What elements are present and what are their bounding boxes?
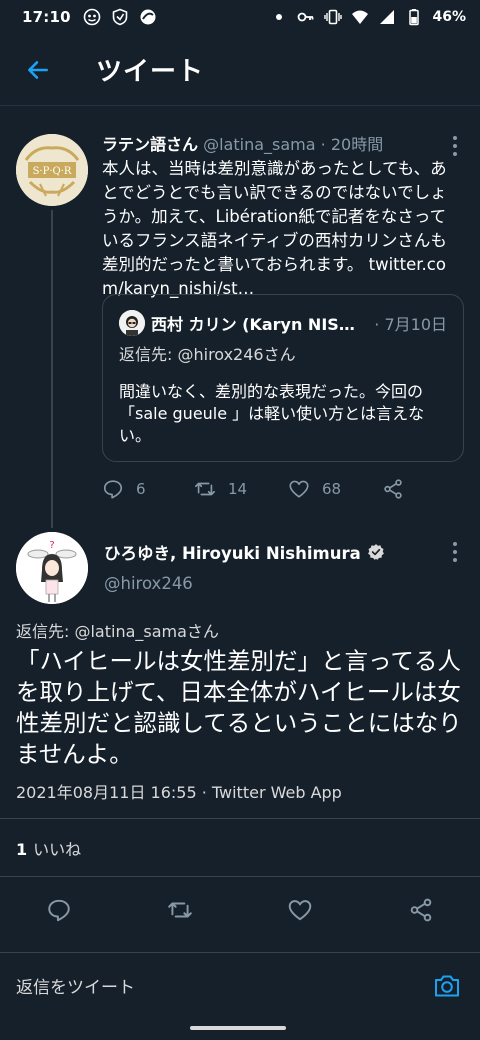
likes-summary[interactable]: 1 いいね	[16, 836, 81, 860]
like-button[interactable]	[287, 894, 313, 926]
arrow-left-icon	[28, 60, 48, 79]
shield-icon	[111, 8, 129, 26]
quoted-reply-to: 返信先: @hirox246さん	[119, 345, 296, 364]
home-indicator[interactable]	[190, 1026, 286, 1030]
like-count: 68	[322, 480, 342, 498]
tweet-timestamp: 2021年08月11日 16:55 · Twitter Web App	[16, 783, 342, 802]
reply-button[interactable]	[46, 894, 72, 926]
divider	[0, 818, 480, 819]
character-avatar-icon: ?	[16, 532, 88, 604]
svg-text:?: ?	[49, 540, 54, 551]
likes-count: 1	[16, 840, 28, 859]
battery-icon	[405, 8, 423, 26]
page-title: ツイート	[96, 57, 205, 87]
main-display-name[interactable]: ひろゆき, Hiroyuki Nishimura	[104, 540, 385, 564]
quoted-display-name: 西村 カリン (Karyn NISHIM…	[151, 315, 367, 334]
app-header: ツイート	[0, 34, 480, 106]
retweet-count: 14	[228, 480, 248, 498]
wifi-icon	[351, 8, 369, 26]
tweet-actions: 6 14 68	[102, 476, 422, 502]
share-button[interactable]	[382, 478, 404, 500]
main-tweet-actions	[0, 894, 480, 926]
meta-separator: ·	[320, 135, 326, 154]
quoted-text: 間違いなく、差別的な表現だった。今回の「sale gueule 」は軽い使い方と…	[119, 382, 425, 445]
camera-button[interactable]	[432, 971, 462, 1001]
status-time: 17:10	[22, 8, 71, 26]
key-icon	[297, 8, 315, 26]
display-name[interactable]: ひろゆき, Hiroyuki Nishimura	[104, 540, 361, 564]
dot-icon	[270, 8, 288, 26]
retweet-icon	[195, 482, 215, 496]
tweet-meta: ラテン語さん @latina_sama · 20時間	[102, 134, 458, 156]
share-icon	[410, 898, 432, 922]
cell-signal-icon	[378, 8, 396, 26]
battery-percent: 46%	[432, 9, 466, 25]
vibrate-icon	[324, 8, 343, 26]
heart-icon	[289, 480, 309, 498]
display-name[interactable]: ラテン語さん	[102, 135, 198, 154]
notification-icon	[83, 8, 101, 26]
reply-input[interactable]: 返信をツイート	[16, 973, 135, 998]
svg-text:S·P·Q·R: S·P·Q·R	[33, 166, 72, 177]
share-button[interactable]	[408, 894, 434, 926]
like-button[interactable]: 68	[288, 478, 382, 500]
status-bar: 17:10 46%	[0, 0, 480, 34]
divider	[0, 876, 480, 877]
handle[interactable]: @hirox246	[104, 574, 193, 593]
avatar[interactable]: S·P·Q·R	[16, 134, 88, 206]
back-button[interactable]	[20, 52, 56, 88]
avatar[interactable]: ?	[16, 532, 88, 604]
browser-icon	[139, 8, 157, 26]
share-icon	[384, 479, 402, 499]
more-options-button[interactable]	[448, 542, 462, 562]
avatar	[119, 310, 145, 336]
heart-icon	[289, 900, 312, 921]
verified-badge-icon	[367, 544, 384, 560]
quoted-date: 7月10日	[384, 315, 447, 334]
retweet-button[interactable]	[167, 894, 193, 926]
camera-icon	[435, 975, 459, 996]
time-ago[interactable]: 20時間	[331, 135, 383, 154]
main-tweet-text: 「ハイヒールは女性差別だ」と言ってる人を取り上げて、日本全体がハイヒールは女性差…	[16, 647, 462, 768]
reply-button[interactable]: 6	[102, 478, 194, 500]
spqr-logo-icon: S·P·Q·R	[16, 134, 88, 206]
meta-separator: ·	[374, 315, 380, 334]
reply-count: 6	[136, 480, 146, 498]
tweet-text: 本人は、当時は差別意識があったとしても、あとでどうとでも言い訳できるのではないで…	[102, 159, 447, 298]
reply-icon	[103, 480, 123, 499]
retweet-button[interactable]: 14	[194, 478, 288, 500]
reply-composer-bar: 返信をツイート	[0, 952, 480, 1018]
more-options-button[interactable]	[448, 136, 462, 156]
retweet-icon	[167, 902, 192, 918]
handle[interactable]: @latina_sama	[203, 135, 315, 154]
quoted-tweet[interactable]: 西村 カリン (Karyn NISHIM… · 7月10日 返信先: @hiro…	[102, 294, 464, 462]
thread-line	[51, 210, 53, 528]
reply-icon	[48, 899, 70, 922]
reply-to[interactable]: 返信先: @latina_samaさん	[16, 618, 219, 642]
likes-label: いいね	[33, 840, 82, 859]
